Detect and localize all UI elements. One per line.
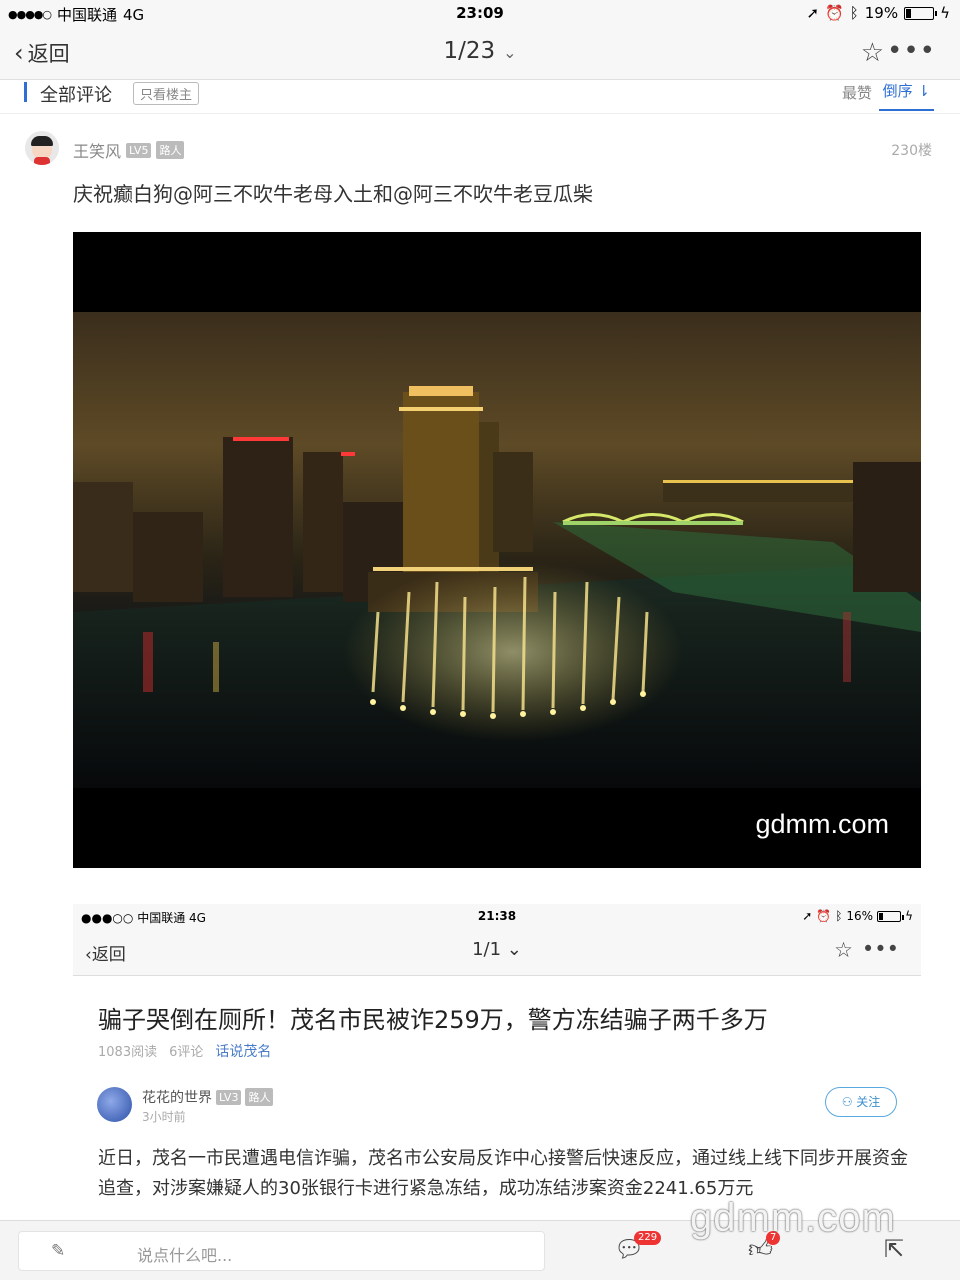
favorite-star-icon[interactable]: ☆ [861, 38, 884, 68]
comments-header: 全部评论 只看楼主 最赞 倒序 ⇂ [0, 80, 960, 114]
section-accent-bar [24, 82, 27, 102]
more-icon[interactable]: ••• [887, 36, 936, 66]
charging-icon: ϟ [940, 4, 950, 22]
location-icon: ➚ [806, 4, 820, 22]
page-watermark: gdmm.com [690, 1196, 896, 1240]
page-number: 1/23 [443, 38, 496, 64]
embedded-role-badge: 路人 [245, 1088, 274, 1106]
comment-image[interactable]: gdmm.com [73, 232, 921, 868]
embedded-more-icon: ••• [861, 937, 899, 961]
embedded-star-icon: ☆ [834, 938, 853, 962]
battery-percent: 19% [864, 4, 899, 22]
role-badge: 路人 [156, 141, 185, 159]
embedded-time-ago: 3小时前 [142, 1110, 186, 1124]
embedded-battery-percent: 16% [846, 909, 874, 923]
embedded-author: 花花的世界 LV3 路人 [142, 1087, 274, 1107]
embedded-alarm-icon: ⏰ [816, 909, 832, 923]
battery-icon [904, 6, 938, 20]
embedded-status-bar: ●●●○○ 中国联通 4G 21:38 ➚ ⏰ ᛒ 16% ϟ [73, 904, 921, 928]
avatar[interactable] [25, 131, 59, 165]
photo-illustration [73, 386, 921, 788]
embedded-read-count: 1083阅读 [98, 1045, 158, 1060]
floor-number: 230楼 [891, 143, 932, 159]
arrow-down-icon: ⇂ [917, 82, 930, 100]
comment-input[interactable]: ✎ 说点什么吧... [18, 1231, 545, 1271]
battery-fill [906, 8, 912, 18]
embedded-screenshot[interactable]: ●●●○○ 中国联通 4G 21:38 ➚ ⏰ ᛒ 16% ϟ ‹返回 1/1 … [73, 904, 921, 1220]
embedded-level-badge: LV3 [216, 1089, 242, 1105]
avatar-hair [31, 136, 53, 146]
embedded-chevron-down-icon: ⌄ [506, 939, 522, 960]
embedded-comment-count: 6评论 [169, 1045, 204, 1060]
comments-title: 全部评论 [40, 85, 112, 106]
comment-user: 王笑风 LV5 路人 [73, 138, 185, 162]
status-right: ➚ ⏰ ᛒ 19% ϟ [806, 4, 950, 22]
embedded-article-title: 骗子哭倒在厕所！茂名市民被诈259万，警方冻结骗子两千多万 [98, 1006, 768, 1034]
image-watermark: gdmm.com [755, 809, 889, 839]
embedded-battery-fill [879, 912, 884, 920]
night-city-fountain-photo [73, 312, 921, 788]
avatar-shirt [34, 157, 50, 165]
embedded-time: 21:38 [477, 909, 517, 923]
embedded-author-name: 花花的世界 [142, 1090, 212, 1106]
alarm-icon: ⏰ [825, 4, 844, 22]
embedded-follow-label: 关注 [856, 1095, 881, 1109]
embedded-battery-icon [877, 910, 905, 922]
bluetooth-icon: ᛒ [849, 4, 859, 22]
pencil-icon: ✎ [51, 1241, 66, 1261]
sort-most-liked-tab[interactable]: 最赞 [842, 82, 872, 103]
comments-button[interactable]: 💬︎ 229 [614, 1231, 662, 1263]
embedded-bluetooth-icon: ᛒ [835, 909, 843, 923]
chevron-down-icon: ⌄ [503, 43, 517, 62]
username[interactable]: 王笑风 [73, 138, 121, 162]
embedded-page-indicator: 1/1 ⌄ [73, 939, 921, 960]
comment-text: 庆祝癫白狗@阿三不吹牛老母入土和@阿三不吹牛老豆瓜柴 [73, 182, 593, 206]
status-bar: ●●●●○ 中国联通 4G 23:09 ➚ ⏰ ᛒ 19% ϟ [0, 0, 960, 26]
embedded-author-avatar [97, 1087, 132, 1122]
comment-input-placeholder: 说点什么吧... [137, 1246, 233, 1265]
sort-descending-tab[interactable]: 倒序 ⇂ [878, 80, 934, 111]
embedded-add-user-icon: ⚇ [841, 1095, 853, 1109]
embedded-article-meta: 1083阅读 6评论 话说茂名 [98, 1041, 271, 1061]
comment-count-badge: 229 [634, 1231, 662, 1245]
embedded-status-right: ➚ ⏰ ᛒ 16% ϟ [802, 909, 913, 923]
embedded-charging-icon: ϟ [905, 909, 913, 923]
sort-descending-label: 倒序 [882, 82, 913, 100]
op-only-button[interactable]: 只看楼主 [133, 82, 200, 105]
embedded-location-icon: ➚ [802, 909, 813, 923]
embedded-follow-button: ⚇ 关注 [825, 1087, 897, 1117]
embedded-article-body: 近日，茂名一市民遭遇电信诈骗，茂名市公安局反诈中心接警后快速反应，通过线上线下同… [98, 1148, 908, 1199]
nav-bar: ‹ 返回 1/23 ⌄ ☆ ••• [0, 26, 960, 80]
page-indicator[interactable]: 1/23 ⌄ [0, 38, 960, 64]
level-badge: LV5 [126, 142, 152, 158]
embedded-topic: 话说茂名 [215, 1044, 272, 1060]
embedded-page-number: 1/1 [472, 939, 502, 960]
embedded-nav-bar: ‹返回 1/1 ⌄ ☆ ••• [73, 928, 921, 976]
